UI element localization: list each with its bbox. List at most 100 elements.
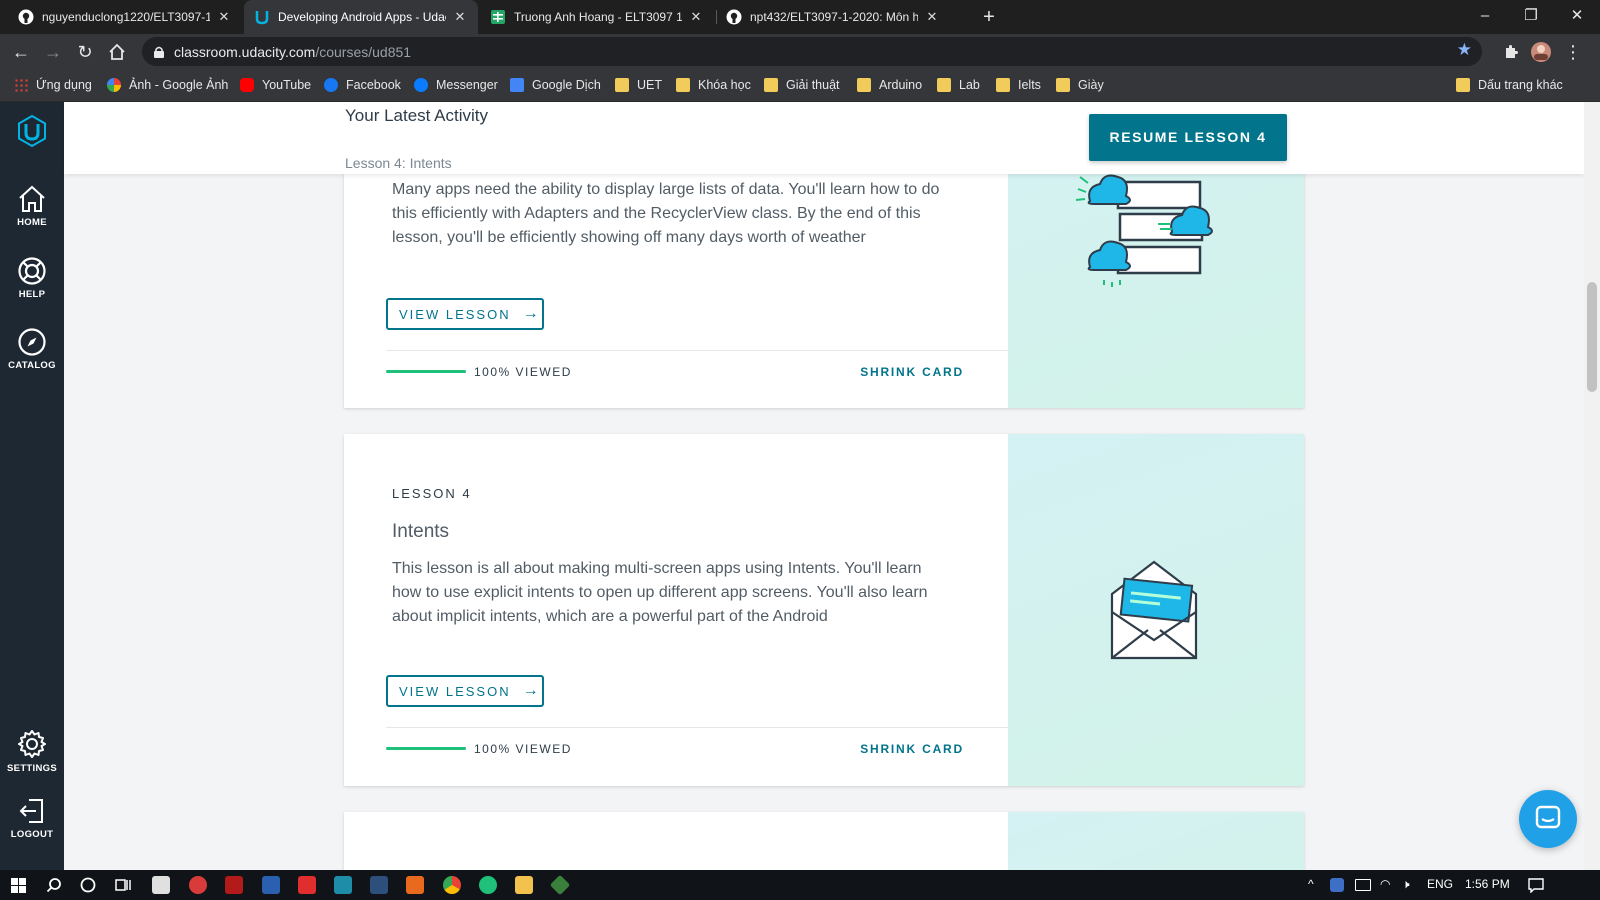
bookmark-messenger[interactable]: Messenger (414, 76, 498, 94)
bookmark-folder-giai-thuat[interactable]: Giải thuật (764, 76, 840, 94)
lesson-title: Intents (392, 521, 450, 542)
github-icon (726, 9, 742, 25)
windows-start-icon[interactable] (11, 878, 26, 893)
battery-icon[interactable] (1355, 879, 1371, 891)
language-indicator[interactable]: ENG (1427, 877, 1453, 891)
bookmark-folder-giay[interactable]: Giày (1056, 76, 1104, 94)
chat-button[interactable] (1519, 790, 1577, 848)
close-tab-icon[interactable]: ✕ (688, 9, 704, 25)
bookmark-facebook[interactable]: Facebook (324, 76, 401, 94)
chrome-icon[interactable] (443, 876, 461, 894)
search-icon[interactable] (46, 877, 62, 893)
sidebar-item-label: LOGOUT (10, 829, 54, 840)
browser-tab-1[interactable]: nguyenduclong1220/ELT3097-1- ✕ (8, 0, 242, 34)
new-tab-button[interactable]: + (976, 3, 1002, 31)
tab-title: nguyenduclong1220/ELT3097-1- (42, 10, 210, 24)
bookmark-folder-arduino[interactable]: Arduino (857, 76, 922, 94)
app-blue-icon[interactable] (262, 876, 280, 894)
forward-arrow-icon[interactable]: → (40, 39, 66, 65)
resume-lesson-button[interactable]: RESUME LESSON 4 (1089, 114, 1287, 161)
bookmark-label: Ielts (1018, 78, 1041, 92)
sidebar-item-home[interactable]: HOME (0, 184, 64, 228)
home-button-icon[interactable] (104, 39, 130, 65)
bookmark-label: Facebook (346, 78, 401, 92)
bookmark-apps[interactable]: Ứng dụng (14, 76, 92, 94)
close-window-button[interactable]: ✕ (1554, 0, 1600, 34)
compass-icon (18, 328, 46, 356)
minimize-button[interactable]: – (1462, 0, 1508, 34)
back-arrow-icon[interactable]: ← (8, 39, 34, 65)
folder-icon (676, 78, 690, 92)
tray-chevron-icon[interactable]: ^ (1308, 877, 1314, 891)
bookmark-google-translate[interactable]: Google Dịch (510, 76, 601, 94)
store-icon[interactable] (152, 876, 170, 894)
wifi-icon[interactable]: ◠ (1380, 877, 1390, 891)
sheets-icon (490, 9, 506, 25)
folder-icon (937, 78, 951, 92)
view-lesson-label: VIEW LESSON (399, 306, 511, 322)
page-scrollbar[interactable] (1584, 102, 1600, 870)
lesson-card-intents: LESSON 4 Intents This lesson is all abou… (344, 434, 1304, 786)
bookmark-folder-khoa-hoc[interactable]: Khóa học (676, 76, 751, 94)
app-orange-icon[interactable] (406, 876, 424, 894)
card-divider (386, 350, 1010, 351)
sidebar-item-label: SETTINGS (7, 763, 57, 774)
browser-menu-icon[interactable]: ⋮ (1560, 39, 1586, 65)
close-tab-icon[interactable]: ✕ (216, 9, 232, 25)
app-red-icon[interactable] (189, 876, 207, 894)
bookmark-folder-uet[interactable]: UET (615, 76, 662, 94)
sidebar-item-settings[interactable]: SETTINGS (0, 728, 64, 774)
sidebar-item-help[interactable]: HELP (0, 256, 64, 300)
udacity-logo[interactable] (0, 114, 64, 151)
bookmark-google-photos[interactable]: Ảnh - Google Ảnh (107, 76, 228, 94)
file-explorer-icon[interactable] (515, 876, 533, 894)
lifebuoy-icon (18, 257, 46, 285)
app-diamond-icon[interactable] (549, 874, 571, 896)
extensions-puzzle-icon[interactable] (1498, 39, 1524, 65)
scrollbar-thumb[interactable] (1587, 282, 1597, 392)
bookmark-other[interactable]: Dấu trang khác (1456, 76, 1563, 94)
volume-mute-icon[interactable]: 🕨 (1402, 877, 1410, 892)
task-view-icon[interactable] (115, 877, 131, 893)
envelope-illustration (1110, 560, 1198, 660)
bookmark-label: Dấu trang khác (1478, 78, 1563, 92)
app-bug-icon[interactable] (370, 876, 388, 894)
clock[interactable]: 1:56 PM (1465, 877, 1510, 891)
close-tab-icon[interactable]: ✕ (924, 9, 940, 25)
bookmark-folder-lab[interactable]: Lab (937, 76, 980, 94)
sidebar-item-catalog[interactable]: CATALOG (0, 327, 64, 371)
lesson-illustration (1008, 812, 1304, 870)
tray-app-icon[interactable] (1330, 878, 1344, 892)
notifications-icon[interactable] (1528, 877, 1544, 893)
app-green-icon[interactable] (479, 876, 497, 894)
view-lesson-button[interactable]: VIEW LESSON → (386, 298, 544, 330)
progress-fill (386, 370, 466, 373)
bookmark-youtube[interactable]: YouTube (240, 76, 311, 94)
browser-tab-4[interactable]: npt432/ELT3097-1-2020: Môn họ ✕ (716, 0, 950, 34)
cortana-icon[interactable] (80, 877, 96, 893)
sidebar-item-label: HELP (18, 289, 46, 300)
arrow-right-icon: → (522, 305, 539, 322)
logout-icon (19, 799, 43, 823)
tab-title: Developing Android Apps - Udac (278, 10, 446, 24)
app-f-icon[interactable] (298, 876, 316, 894)
bookmark-label: Messenger (436, 78, 498, 92)
sidebar-item-logout[interactable]: LOGOUT (0, 796, 64, 840)
reload-icon[interactable]: ↻ (72, 39, 98, 65)
bookmark-star-icon[interactable]: ★ (1457, 40, 1472, 60)
app-game-icon[interactable] (225, 876, 243, 894)
bookmark-folder-ielts[interactable]: Ielts (996, 76, 1041, 94)
browser-tab-3[interactable]: Truong Anh Hoang - ELT3097 1 - ✕ (480, 0, 714, 34)
shrink-card-link[interactable]: SHRINK CARD (860, 365, 964, 379)
app-teal-icon[interactable] (334, 876, 352, 894)
address-bar[interactable]: classroom.udacity.com/courses/ud851 ★ (142, 37, 1482, 66)
bookmark-label: Ứng dụng (36, 78, 92, 92)
shrink-card-link[interactable]: SHRINK CARD (860, 742, 964, 756)
lesson-card-next (344, 812, 1304, 870)
browser-tab-2[interactable]: Developing Android Apps - Udac ✕ (244, 0, 478, 34)
view-lesson-button[interactable]: VIEW LESSON → (386, 675, 544, 707)
latest-activity-title: Your Latest Activity (345, 106, 489, 125)
close-tab-icon[interactable]: ✕ (452, 9, 468, 25)
restore-button[interactable]: ❐ (1508, 0, 1554, 34)
profile-avatar[interactable] (1528, 39, 1554, 65)
